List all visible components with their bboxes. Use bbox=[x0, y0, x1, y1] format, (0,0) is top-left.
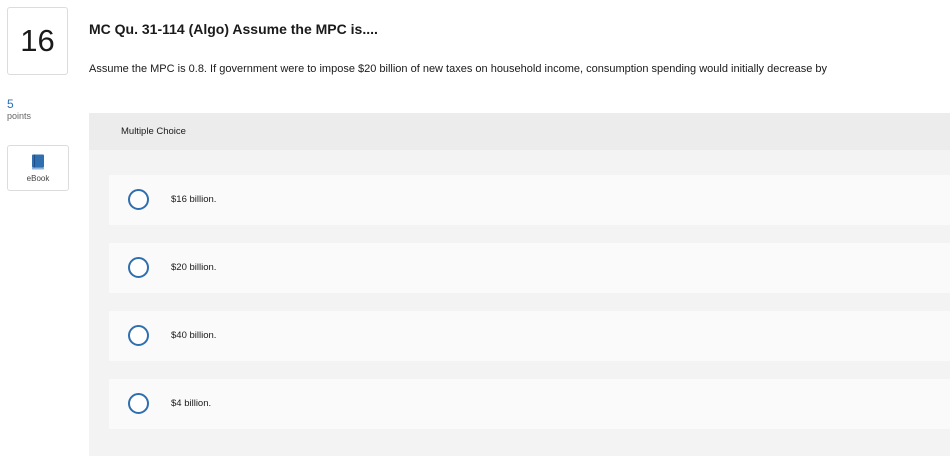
radio-button[interactable] bbox=[128, 257, 149, 278]
points-label: points bbox=[7, 111, 32, 121]
answer-option-label: $4 billion. bbox=[171, 398, 212, 409]
answer-option-label: $16 billion. bbox=[171, 194, 217, 205]
ebook-button[interactable]: eBook bbox=[7, 145, 69, 191]
answer-option-2[interactable]: $20 billion. bbox=[109, 243, 950, 293]
answer-option-3[interactable]: $40 billion. bbox=[109, 311, 950, 361]
answer-option-label: $40 billion. bbox=[171, 330, 217, 341]
multiple-choice-header: Multiple Choice bbox=[89, 113, 950, 150]
multiple-choice-header-label: Multiple Choice bbox=[121, 126, 186, 137]
question-number: 16 bbox=[7, 7, 68, 75]
multiple-choice-panel: Multiple Choice $16 billion. $20 billion… bbox=[89, 113, 950, 456]
points-value: 5 bbox=[7, 97, 14, 111]
radio-button[interactable] bbox=[128, 393, 149, 414]
radio-button[interactable] bbox=[128, 189, 149, 210]
question-page: 16 5 points eBook MC Qu. 31-114 (Algo) A… bbox=[0, 0, 950, 456]
question-title: MC Qu. 31-114 (Algo) Assume the MPC is..… bbox=[89, 21, 378, 37]
question-text: Assume the MPC is 0.8. If government wer… bbox=[89, 63, 828, 75]
radio-button[interactable] bbox=[128, 325, 149, 346]
ebook-label: eBook bbox=[26, 173, 50, 183]
answer-option-4[interactable]: $4 billion. bbox=[109, 379, 950, 429]
answer-option-label: $20 billion. bbox=[171, 262, 217, 273]
points-info: 5 points bbox=[7, 98, 31, 121]
answer-option-1[interactable]: $16 billion. bbox=[109, 175, 950, 225]
book-icon bbox=[31, 154, 45, 170]
